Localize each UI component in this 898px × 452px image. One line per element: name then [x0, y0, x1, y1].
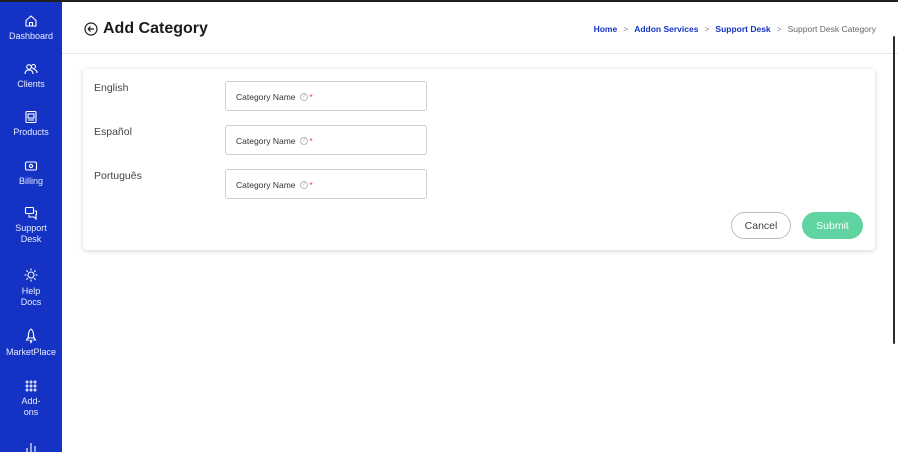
help-icon[interactable]: ?: [299, 137, 308, 145]
sidebar-item-label: Billing: [18, 176, 43, 186]
sidebar-item-label: Support Desk: [15, 223, 47, 244]
grid-icon: [25, 380, 37, 392]
gear-icon: [24, 268, 38, 282]
help-icon[interactable]: ?: [299, 181, 308, 189]
breadcrumb-addon-services[interactable]: Addon Services: [634, 24, 698, 34]
page-header: Add Category Home > Addon Services > Sup…: [62, 2, 898, 54]
home-icon: [25, 15, 37, 27]
sidebar-item-label: Products: [13, 127, 49, 137]
required-asterisk: *: [309, 136, 313, 146]
required-asterisk: *: [309, 180, 313, 190]
breadcrumb-separator: >: [704, 24, 710, 34]
language-label-portugues: Português: [94, 170, 142, 182]
breadcrumb-home[interactable]: Home: [594, 24, 618, 34]
sidebar-item-clients[interactable]: Clients: [0, 62, 62, 90]
sidebar-item-dashboard[interactable]: Dashboard: [0, 14, 62, 42]
sidebar-item-label: Add-ons: [21, 396, 41, 417]
sidebar-item-label: Help Docs: [20, 286, 42, 307]
placeholder-text: Category Name: [236, 92, 296, 102]
language-label-espanol: Español: [94, 126, 132, 138]
billing-icon: [24, 161, 38, 171]
placeholder-text: Category Name: [236, 180, 296, 190]
category-name-input-espanol[interactable]: Category Name ? *: [225, 125, 427, 155]
language-label-english: English: [94, 82, 129, 94]
sidebar-item-support-desk[interactable]: Support Desk: [0, 206, 62, 245]
sidebar-item-add-ons[interactable]: Add-ons: [0, 379, 62, 418]
chat-icon: [24, 206, 38, 220]
page-scrollbar[interactable]: [893, 36, 895, 344]
help-icon[interactable]: ?: [299, 93, 308, 101]
sidebar-item-help-docs[interactable]: Help Docs: [0, 267, 62, 308]
category-name-input-portugues[interactable]: Category Name ? *: [225, 169, 427, 199]
sidebar-item-label: Dashboard: [8, 31, 54, 41]
breadcrumb: Home > Addon Services > Support Desk > S…: [594, 24, 876, 34]
users-icon: [24, 63, 38, 75]
breadcrumb-separator: >: [776, 24, 782, 34]
products-icon: [25, 110, 37, 124]
back-arrow-icon[interactable]: [84, 22, 98, 36]
breadcrumb-support-desk[interactable]: Support Desk: [715, 24, 770, 34]
sidebar-item-marketplace[interactable]: MarketPlace: [0, 328, 62, 358]
page-title: Add Category: [103, 20, 208, 37]
breadcrumb-separator: >: [623, 24, 629, 34]
placeholder-text: Category Name: [236, 136, 296, 146]
sidebar: Dashboard Clients Products Billing Suppo…: [0, 2, 62, 452]
category-name-placeholder: Category Name ? *: [236, 180, 313, 190]
sidebar-item-billing[interactable]: Billing: [0, 159, 62, 187]
required-asterisk: *: [309, 92, 313, 102]
sidebar-item-products[interactable]: Products: [0, 110, 62, 138]
category-form-card: English Category Name ? * Español Catego…: [83, 69, 875, 250]
sidebar-item-reports[interactable]: [0, 440, 62, 452]
breadcrumb-current: Support Desk Category: [787, 24, 876, 34]
sidebar-item-label: MarketPlace: [5, 347, 57, 357]
category-name-placeholder: Category Name ? *: [236, 92, 313, 102]
rocket-icon: [25, 328, 37, 344]
cancel-button[interactable]: Cancel: [731, 212, 791, 239]
submit-button[interactable]: Submit: [802, 212, 863, 239]
category-name-input-english[interactable]: Category Name ? *: [225, 81, 427, 111]
sidebar-item-label: Clients: [17, 79, 45, 89]
category-name-placeholder: Category Name ? *: [236, 136, 313, 146]
bar-chart-icon: [26, 443, 36, 452]
